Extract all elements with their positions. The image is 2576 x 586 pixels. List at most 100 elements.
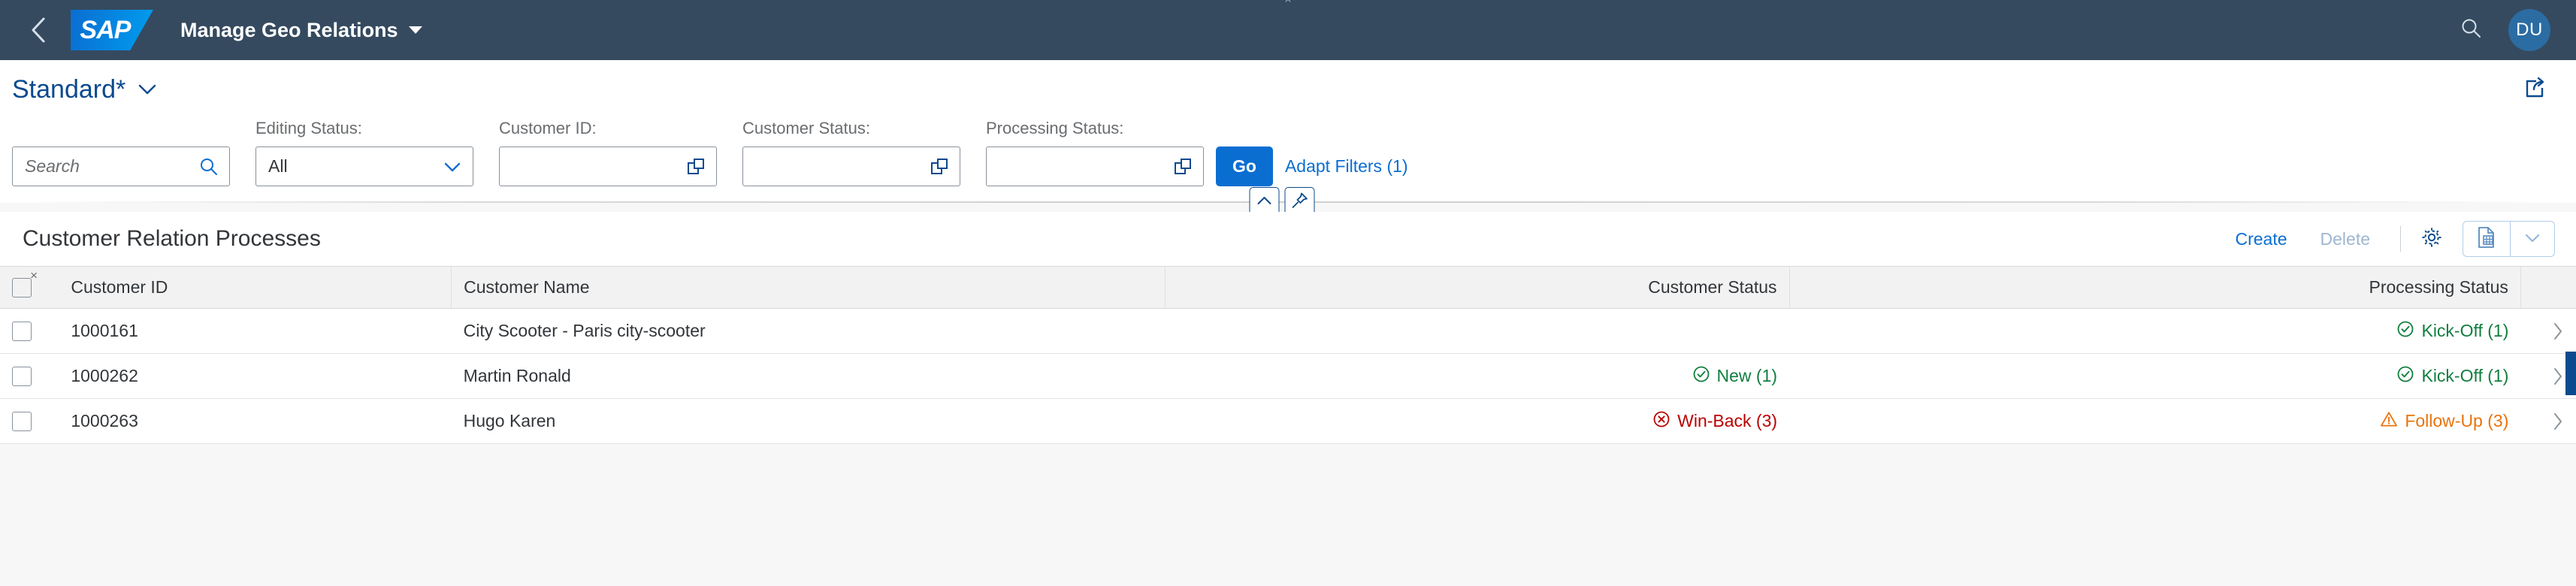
cell-customer-name: Martin Ronald xyxy=(451,353,1166,399)
shell-notch-indicator: ⌃ xyxy=(1282,0,1294,11)
shell-header-actions: DU xyxy=(2454,9,2550,51)
cell-customer-name: City Scooter - Paris city-scooter xyxy=(451,308,1166,354)
toolbar-separator xyxy=(2400,226,2401,252)
deselect-all-x: × xyxy=(30,267,38,282)
variant-bar: Standard* xyxy=(0,60,2576,119)
table-row[interactable]: 1000262 Martin Ronald New (1) Kick-Off (… xyxy=(0,353,2576,399)
cell-customer-status xyxy=(1165,308,1790,354)
success-icon xyxy=(2396,320,2414,343)
filter-processing-status: Processing Status: xyxy=(986,119,1204,186)
customer-status-input-wrapper[interactable] xyxy=(742,146,960,186)
table-settings-button[interactable] xyxy=(2414,222,2449,256)
table-row[interactable]: 1000263 Hugo Karen Win-Back (3) Follow-U… xyxy=(0,398,2576,444)
select-all-header[interactable]: × xyxy=(0,266,59,309)
table-title: Customer Relation Processes xyxy=(23,226,321,251)
status-text: New (1) xyxy=(1716,366,1778,385)
table-toolbar-actions: Create Delete xyxy=(2218,221,2555,257)
value-help-icon[interactable] xyxy=(1172,156,1194,178)
create-button[interactable]: Create xyxy=(2218,222,2303,255)
cell-customer-name: Hugo Karen xyxy=(451,398,1166,444)
delete-button: Delete xyxy=(2320,228,2370,249)
column-header-customer-status[interactable]: Customer Status xyxy=(1164,266,1790,309)
value-help-icon[interactable] xyxy=(685,156,707,178)
go-button[interactable]: Go xyxy=(1216,146,1273,186)
search-input[interactable] xyxy=(25,147,198,186)
app-title-menu[interactable]: Manage Geo Relations xyxy=(180,19,422,42)
row-checkbox[interactable] xyxy=(12,411,32,431)
table-header-row: × Customer ID Customer Name Customer Sta… xyxy=(0,266,2576,309)
export-to-spreadsheet-button[interactable] xyxy=(2463,222,2510,256)
customer-status-input[interactable] xyxy=(755,147,928,186)
processing-status-input[interactable] xyxy=(999,147,1172,186)
filter-editing-status: Editing Status: All xyxy=(255,119,473,186)
vertical-scrollbar-thumb[interactable] xyxy=(2565,352,2576,395)
deselect-all-icon[interactable]: × xyxy=(12,269,38,298)
customer-id-input-wrapper[interactable] xyxy=(499,146,717,186)
success-icon xyxy=(2396,365,2414,388)
column-header-customer-id[interactable]: Customer ID xyxy=(59,266,452,309)
chevron-right-icon[interactable] xyxy=(2532,322,2564,341)
shell-header: ⌃ SAP Manage Geo Relations DU xyxy=(0,0,2576,60)
row-navigation-cell[interactable] xyxy=(2520,398,2576,444)
row-select-cell[interactable] xyxy=(0,353,59,399)
chevron-right-icon[interactable] xyxy=(2532,367,2564,386)
row-checkbox[interactable] xyxy=(12,366,32,386)
customer-id-input[interactable] xyxy=(512,147,685,186)
cell-customer-id: 1000262 xyxy=(59,353,452,399)
row-navigation-cell[interactable] xyxy=(2520,308,2576,354)
filter-bar: . Editing Status: All Customer ID: xyxy=(0,119,2576,217)
export-to-spreadsheet-icon xyxy=(2476,226,2497,252)
processing-status-input-wrapper[interactable] xyxy=(986,146,1204,186)
variant-selector[interactable]: Standard* xyxy=(12,75,157,104)
editing-status-select[interactable]: All xyxy=(255,146,473,186)
column-header-processing-status[interactable]: Processing Status xyxy=(1788,266,2521,309)
cell-customer-status: New (1) xyxy=(1165,353,1790,399)
cell-customer-id: 1000161 xyxy=(59,308,452,354)
filter-customer-status: Customer Status: xyxy=(742,119,960,186)
status-text: Win-Back (3) xyxy=(1677,411,1778,430)
table-head: × Customer ID Customer Name Customer Sta… xyxy=(0,266,2576,309)
filter-label-processing-status: Processing Status: xyxy=(986,119,1124,137)
table-card: Customer Relation Processes Create Delet… xyxy=(0,212,2576,444)
editing-status-value: All xyxy=(268,156,288,176)
adapt-filters-link[interactable]: Adapt Filters (1) xyxy=(1285,146,1408,186)
avatar-initials: DU xyxy=(2516,20,2543,40)
share-icon xyxy=(2521,75,2547,104)
customer-relation-processes-table: × Customer ID Customer Name Customer Sta… xyxy=(0,266,2576,444)
back-button[interactable] xyxy=(17,8,60,52)
search-field-group: . xyxy=(12,119,230,186)
cell-processing-status: Follow-Up (3) xyxy=(1789,398,2521,444)
cell-processing-status: Kick-Off (1) xyxy=(1789,308,2521,354)
app-title: Manage Geo Relations xyxy=(180,18,398,41)
chevron-right-icon[interactable] xyxy=(2532,412,2564,431)
search-input-wrapper[interactable] xyxy=(12,146,230,186)
status-badge: Kick-Off (1) xyxy=(2396,365,2508,388)
column-header-navigation xyxy=(2520,266,2576,309)
filter-label-editing-status: Editing Status: xyxy=(255,119,362,137)
export-menu-button[interactable] xyxy=(2511,222,2554,256)
chevron-down-icon xyxy=(2523,231,2541,247)
cell-customer-status: Win-Back (3) xyxy=(1165,398,1790,444)
gear-icon xyxy=(2420,225,2444,253)
status-text: Kick-Off (1) xyxy=(2421,321,2509,340)
cell-customer-id: 1000263 xyxy=(59,398,452,444)
export-split-button xyxy=(2463,221,2555,257)
row-checkbox[interactable] xyxy=(12,321,32,341)
share-button[interactable] xyxy=(2516,71,2552,107)
table-row[interactable]: 1000161 City Scooter - Paris city-scoote… xyxy=(0,308,2576,354)
filter-bar-divider xyxy=(12,187,2552,217)
success-icon xyxy=(1692,365,1710,388)
filter-label-customer-id: Customer ID: xyxy=(499,119,597,137)
avatar[interactable]: DU xyxy=(2508,9,2550,51)
value-help-icon[interactable] xyxy=(928,156,951,178)
shell-search-button[interactable] xyxy=(2454,13,2489,47)
table-body: 1000161 City Scooter - Paris city-scoote… xyxy=(0,308,2576,444)
column-header-customer-name[interactable]: Customer Name xyxy=(451,266,1166,309)
search-icon[interactable] xyxy=(198,156,220,178)
variant-title-text: Standard* xyxy=(12,74,126,104)
sap-logo[interactable]: SAP xyxy=(71,10,153,50)
row-select-cell[interactable] xyxy=(0,398,59,444)
row-select-cell[interactable] xyxy=(0,308,59,354)
chevron-down-icon[interactable] xyxy=(441,156,464,178)
status-badge: Follow-Up (3) xyxy=(2380,410,2508,433)
